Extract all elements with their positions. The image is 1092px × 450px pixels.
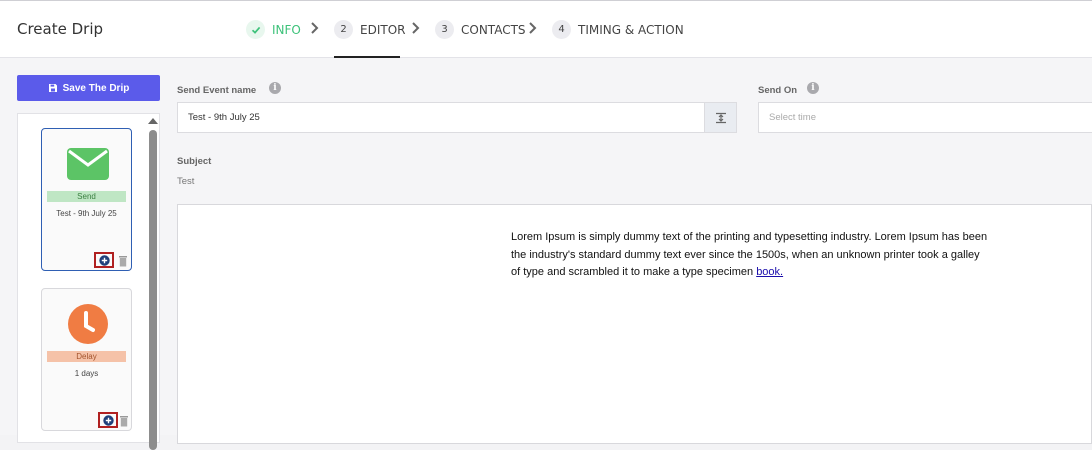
step-detail: Test - 9th July 25 <box>56 209 117 218</box>
email-body-text[interactable]: Lorem Ipsum is simply dummy text of the … <box>511 229 991 282</box>
merge-icon <box>715 112 726 123</box>
drip-sidebar: Save The Drip Send Test - 9th July 25 De… <box>17 75 160 450</box>
chevron-right-icon <box>311 22 319 34</box>
body-link[interactable]: book. <box>756 266 783 278</box>
chevron-right-icon <box>412 22 420 34</box>
step-number: 4 <box>552 20 571 39</box>
clock-icon <box>68 304 108 344</box>
send-on-time-input[interactable]: Select time <box>758 102 1092 133</box>
send-on-placeholder: Select time <box>769 112 816 123</box>
trash-icon[interactable] <box>119 415 129 427</box>
plus-circle-icon <box>102 414 114 426</box>
info-icon[interactable]: i <box>269 82 281 94</box>
app-frame: Create Drip INFO 2 EDITOR 3 CONTACTS 4 T… <box>0 0 1092 450</box>
step-type-label: Delay <box>47 351 126 362</box>
step-editor[interactable]: 2 EDITOR <box>334 20 405 39</box>
add-step-button[interactable] <box>94 252 114 268</box>
step-contacts-label: CONTACTS <box>461 22 526 37</box>
step-editor-label: EDITOR <box>360 22 406 37</box>
step-info[interactable]: INFO <box>246 20 301 39</box>
plus-circle-icon <box>98 254 110 266</box>
subject-value[interactable]: Test <box>177 176 194 187</box>
save-drip-label: Save The Drip <box>62 82 130 94</box>
step-type-label: Send <box>47 191 126 202</box>
step-detail: 1 days <box>74 369 99 378</box>
page-title: Create Drip <box>17 20 104 38</box>
scroll-up-arrow-icon[interactable] <box>148 118 158 124</box>
merge-tags-button[interactable] <box>704 102 737 133</box>
event-name-value: Test - 9th July 25 <box>188 112 260 123</box>
event-name-label: Send Event name <box>177 85 257 96</box>
event-name-input[interactable]: Test - 9th July 25 <box>177 102 705 133</box>
active-step-underline <box>334 56 400 58</box>
drip-step-card-delay[interactable]: Delay 1 days <box>41 288 132 431</box>
step-info-label: INFO <box>272 22 301 37</box>
info-icon[interactable]: i <box>807 82 819 94</box>
top-bar: Create Drip INFO 2 EDITOR 3 CONTACTS 4 T… <box>0 0 1092 58</box>
chevron-right-icon <box>529 22 537 34</box>
drip-steps-panel: Send Test - 9th July 25 Delay 1 days <box>17 113 160 450</box>
scrollbar[interactable] <box>149 130 157 450</box>
body-paragraph: Lorem Ipsum is simply dummy text of the … <box>511 231 988 278</box>
save-drip-button[interactable]: Save The Drip <box>17 75 160 101</box>
send-on-label: Send On <box>758 85 798 96</box>
add-step-button[interactable] <box>98 412 118 428</box>
step-contacts[interactable]: 3 CONTACTS <box>435 20 526 39</box>
step-timing-label: TIMING & ACTION <box>578 22 684 37</box>
save-icon <box>48 84 57 92</box>
subject-label: Subject <box>177 156 212 167</box>
drip-step-card-send[interactable]: Send Test - 9th July 25 <box>41 128 132 271</box>
envelope-icon <box>67 148 109 180</box>
step-timing-action[interactable]: 4 TIMING & ACTION <box>552 20 684 39</box>
step-number: 3 <box>435 20 454 39</box>
email-body-editor[interactable]: Lorem Ipsum is simply dummy text of the … <box>177 204 1092 444</box>
step-number: 2 <box>334 20 353 39</box>
check-icon <box>246 20 265 39</box>
trash-icon[interactable] <box>118 255 128 267</box>
